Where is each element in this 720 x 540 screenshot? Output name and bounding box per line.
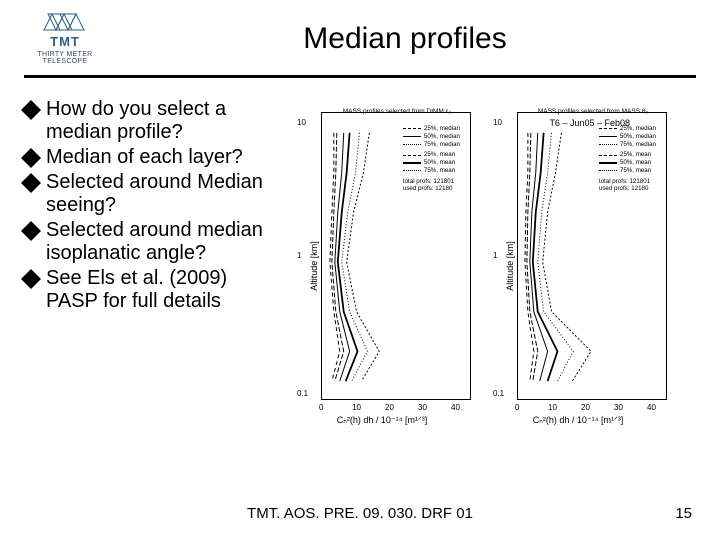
x-tick: 30 [614, 403, 623, 412]
legend-label: 50%, median [620, 133, 656, 141]
page-number: 15 [675, 505, 692, 522]
legend-swatch-icon [599, 170, 617, 171]
plot-legend: 25%, median 50%, median 75%, median 25%,… [599, 125, 656, 193]
x-tick: 40 [451, 403, 460, 412]
bullet-item: How do you select a median profile? [24, 98, 264, 144]
legend-label: 25%, median [620, 125, 656, 133]
bullet-item: Selected around Median seeing? [24, 171, 264, 217]
legend-item: 75%, mean [599, 167, 656, 175]
x-tick: 0 [515, 403, 519, 412]
plot-left: MASS profiles selected from DIMM ε₀ Alti… [287, 106, 477, 426]
legend-item: 75%, mean [403, 167, 460, 175]
legend-item: 25%, mean [403, 151, 460, 159]
legend-label: 75%, median [424, 141, 460, 149]
y-tick: 10 [493, 118, 502, 127]
bullet-item: Median of each layer? [24, 146, 264, 169]
x-tick: 20 [385, 403, 394, 412]
logo-acronym: TMT [50, 34, 80, 49]
legend-item: 25%, mean [599, 151, 656, 159]
legend-item: used profs: 12180 [599, 185, 656, 193]
legend-item: used profs: 12180 [403, 185, 460, 193]
y-tick: 0.1 [493, 389, 504, 398]
x-axis-label: Cₙ²(h) dh / 10⁻¹⁴ [m¹ᐟ³] [483, 415, 673, 426]
y-tick: 1 [493, 251, 497, 260]
legend-item: total profs: 121801 [403, 178, 460, 186]
legend-item: 25%, median [403, 125, 460, 133]
plot-panel: T6 – Jun05 – Feb08 MASS profiles selecte… [264, 98, 696, 426]
legend-label: 75%, median [620, 141, 656, 149]
slide-header: TMT THIRTY METER TELESCOPE Median profil… [0, 0, 720, 65]
x-tick: 10 [548, 403, 557, 412]
plot-right: MASS profiles selected from MASS θ₀ Alti… [483, 106, 673, 426]
legend-swatch-icon [599, 128, 617, 129]
legend-label: 25%, median [424, 125, 460, 133]
x-tick: 30 [418, 403, 427, 412]
legend-item: 25%, median [599, 125, 656, 133]
legend-item: 50%, median [403, 133, 460, 141]
bullet-list: How do you select a median profile? Medi… [24, 98, 264, 426]
x-tick: 20 [581, 403, 590, 412]
legend-label: 50%, mean [620, 159, 651, 167]
legend-swatch-icon [403, 155, 421, 156]
legend-label: 75%, mean [424, 167, 455, 175]
y-axis-label: Altitude [km] [505, 241, 515, 291]
x-axis-label: Cₙ²(h) dh / 10⁻¹⁴ [m¹ᐟ³] [287, 415, 477, 426]
legend-label: total profs: 121801 [599, 178, 650, 186]
legend-label: 25%, mean [620, 151, 651, 159]
y-axis-label: Altitude [km] [309, 241, 319, 291]
legend-item: 50%, mean [403, 159, 460, 167]
legend-label: 50%, median [424, 133, 460, 141]
plot-legend: 25%, median 50%, median 75%, median 25%,… [403, 125, 460, 193]
bullet-item: Selected around median isoplanatic angle… [24, 219, 264, 265]
legend-swatch-icon [403, 128, 421, 129]
logo-subtitle: THIRTY METER TELESCOPE [20, 51, 110, 65]
legend-item: total profs: 121801 [599, 178, 656, 186]
legend-item: 75%, median [403, 141, 460, 149]
legend-item: 50%, median [599, 133, 656, 141]
x-tick: 0 [319, 403, 323, 412]
legend-label: used profs: 12180 [599, 185, 649, 193]
legend-label: 50%, mean [424, 159, 455, 167]
legend-swatch-icon [403, 170, 421, 171]
bullet-item: See Els et al. (2009) PASP for full deta… [24, 267, 264, 313]
plot-axes: 25%, median 50%, median 75%, median 25%,… [517, 112, 667, 400]
footer-text: TMT. AOS. PRE. 09. 030. DRF 01 [0, 505, 720, 522]
x-tick: 40 [647, 403, 656, 412]
legend-item: 50%, mean [599, 159, 656, 167]
legend-swatch-icon [599, 162, 617, 164]
legend-swatch-icon [599, 155, 617, 156]
x-tick: 10 [352, 403, 361, 412]
plot-axes: 25%, median 50%, median 75%, median 25%,… [321, 112, 471, 400]
legend-label: used profs: 12180 [403, 185, 453, 193]
legend-swatch-icon [599, 144, 617, 145]
legend-swatch-icon [403, 162, 421, 164]
y-tick: 1 [297, 251, 301, 260]
tmt-logo: TMT THIRTY METER TELESCOPE [20, 10, 110, 65]
y-tick: 0.1 [297, 389, 308, 398]
legend-label: 25%, mean [424, 151, 455, 159]
legend-item: 75%, median [599, 141, 656, 149]
legend-swatch-icon [403, 136, 421, 137]
legend-label: 75%, mean [620, 167, 651, 175]
slide-title: Median profiles [110, 10, 700, 56]
tmt-logo-icon [38, 10, 92, 34]
y-tick: 10 [297, 118, 306, 127]
slide: TMT THIRTY METER TELESCOPE Median profil… [0, 0, 720, 540]
legend-swatch-icon [599, 136, 617, 137]
legend-swatch-icon [403, 144, 421, 145]
slide-body: How do you select a median profile? Medi… [0, 78, 720, 426]
legend-label: total profs: 121801 [403, 178, 454, 186]
